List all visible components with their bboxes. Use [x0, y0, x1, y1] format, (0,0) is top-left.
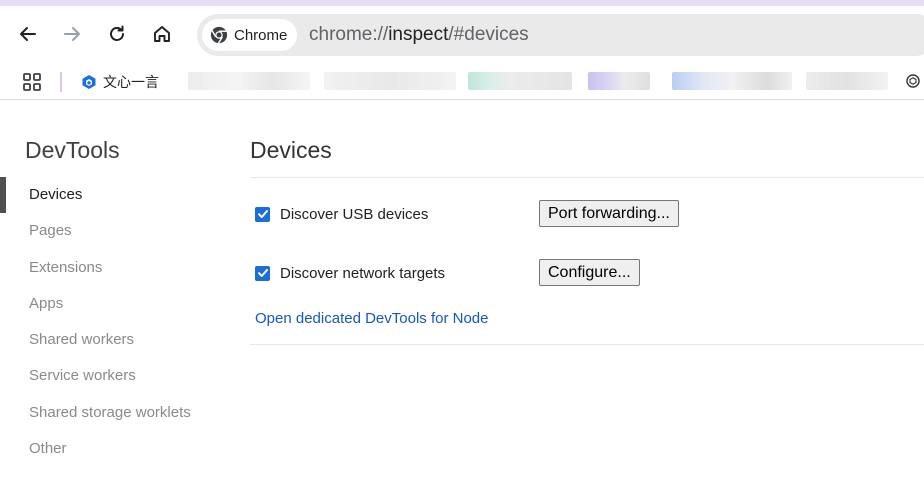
usb-discovery-row: Discover USB devices: [255, 200, 428, 228]
sidebar-title: DevTools: [25, 137, 120, 163]
chrome-page-chip[interactable]: Chrome: [202, 19, 298, 51]
url-path: /#devices: [448, 24, 529, 45]
title-divider: [250, 177, 924, 178]
home-icon: [154, 26, 170, 42]
sidebar-item-extensions[interactable]: Extensions: [0, 250, 230, 286]
bookmark-redacted[interactable]: [188, 72, 310, 90]
page-title: Devices: [250, 137, 332, 163]
url-host: inspect: [388, 24, 449, 45]
configure-button[interactable]: Configure...: [539, 259, 640, 286]
home-button[interactable]: [148, 20, 176, 48]
back-button[interactable]: [14, 20, 42, 48]
sidebar-item-other[interactable]: Other: [0, 431, 230, 467]
browser-toolbar: Chrome chrome://inspect/#devices: [0, 6, 924, 64]
bookmark-redacted[interactable]: [324, 72, 456, 90]
devtools-sidebar: DevTools Devices Pages Extensions Apps S…: [0, 101, 230, 502]
sidebar-item-pages[interactable]: Pages: [0, 213, 230, 249]
apps-grid-icon[interactable]: [22, 72, 42, 92]
sidebar-nav: Devices Pages Extensions Apps Shared wor…: [0, 177, 230, 467]
reload-icon: [110, 25, 124, 41]
network-discovery-row: Discover network targets: [255, 259, 445, 287]
back-arrow-icon: [20, 27, 36, 41]
url-scheme: chrome://: [309, 24, 389, 45]
chrome-logo-icon: [210, 26, 228, 44]
bookmarks-separator: [60, 72, 62, 92]
bookmark-redacted[interactable]: [468, 72, 572, 90]
wenxin-cube-icon: [82, 75, 96, 89]
bookmarks-bar: 文心一言: [0, 64, 924, 100]
address-bar[interactable]: Chrome chrome://inspect/#devices: [197, 14, 924, 56]
reload-button[interactable]: [103, 20, 131, 48]
bookmark-redacted[interactable]: [672, 72, 792, 90]
chip-label: Chrome: [234, 26, 288, 44]
forward-button[interactable]: [58, 20, 86, 48]
discover-network-label: Discover network targets: [280, 264, 446, 282]
checkmark-icon: [257, 210, 268, 218]
chatgpt-bookmark-icon[interactable]: [905, 73, 921, 89]
bookmark-wenxin[interactable]: 文心一言: [81, 70, 159, 94]
discover-network-checkbox[interactable]: [255, 265, 270, 281]
sidebar-item-shared-workers[interactable]: Shared workers: [0, 322, 230, 358]
sidebar-item-apps[interactable]: Apps: [0, 286, 230, 322]
bookmark-label: 文心一言: [103, 74, 159, 90]
checkmark-icon: [257, 269, 268, 277]
section-divider: [250, 344, 924, 345]
bookmark-redacted[interactable]: [588, 72, 650, 90]
sidebar-item-devices[interactable]: Devices: [0, 177, 230, 214]
url-text[interactable]: chrome://inspect/#devices: [309, 14, 529, 56]
devices-panel: Devices Discover USB devices Port forwar…: [250, 101, 924, 502]
discover-usb-checkbox[interactable]: [255, 206, 270, 222]
forward-arrow-icon: [64, 27, 80, 41]
discover-usb-label: Discover USB devices: [280, 205, 429, 223]
sidebar-item-service-workers[interactable]: Service workers: [0, 358, 230, 394]
port-forwarding-button[interactable]: Port forwarding...: [539, 200, 679, 227]
open-node-devtools-link[interactable]: Open dedicated DevTools for Node: [255, 310, 488, 327]
sidebar-item-shared-storage-worklets[interactable]: Shared storage worklets: [0, 395, 230, 431]
bookmark-redacted[interactable]: [806, 72, 888, 90]
